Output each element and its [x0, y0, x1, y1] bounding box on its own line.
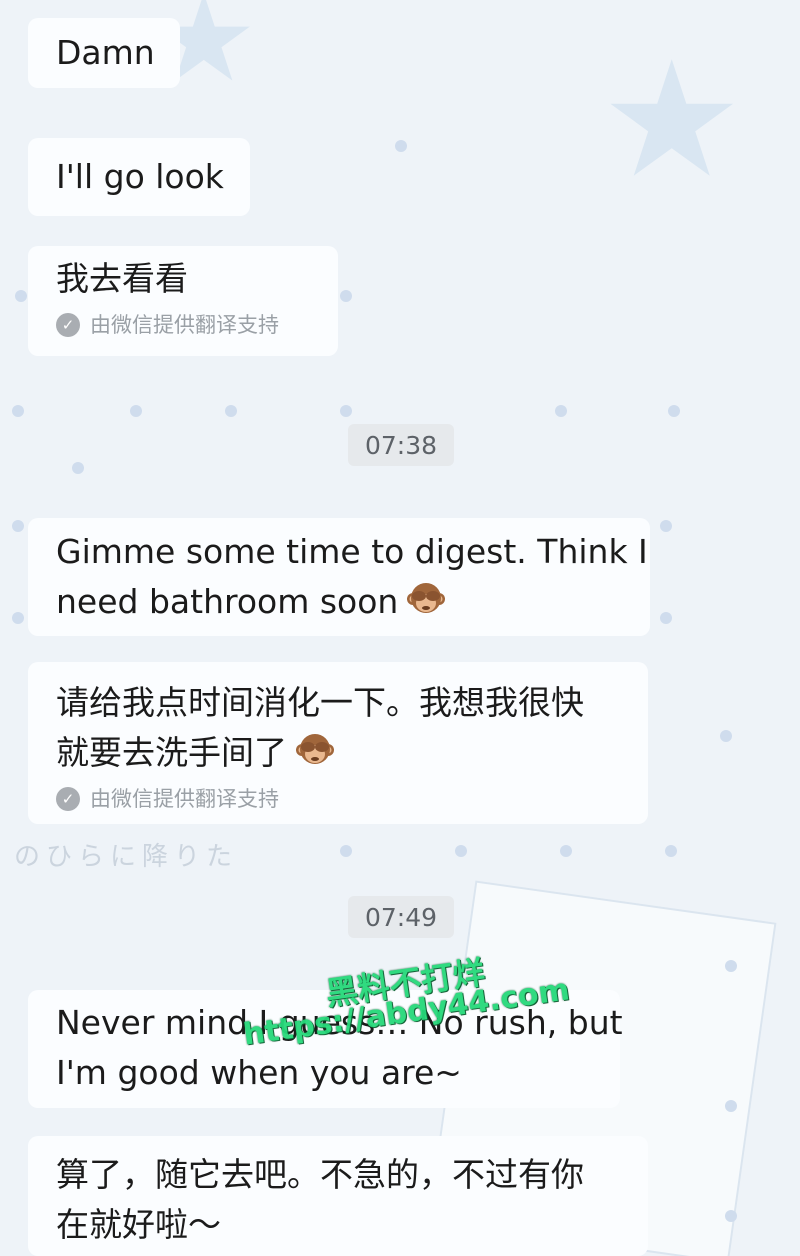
translation-bubble[interactable]: 我去看看 ✓ 由微信提供翻译支持 — [28, 246, 338, 356]
dot-decoration — [225, 405, 237, 417]
message-text: I'll go look — [56, 157, 224, 196]
dot-decoration — [72, 462, 84, 474]
message-text: Gimme some time to digest. Think I — [56, 532, 648, 571]
dot-decoration — [15, 290, 27, 302]
translated-text: 请给我点时间消化一下。我想我很快 — [56, 683, 584, 722]
dot-decoration — [395, 140, 407, 152]
dot-decoration — [725, 1100, 737, 1112]
check-icon: ✓ — [56, 787, 80, 811]
dot-decoration — [455, 845, 467, 857]
see-no-evil-monkey-icon — [407, 583, 446, 613]
message-text: need bathroom soon — [56, 582, 399, 621]
timestamp: 07:38 — [348, 424, 454, 466]
dot-decoration — [660, 520, 672, 532]
dot-decoration — [725, 1210, 737, 1222]
message-bubble[interactable]: I'll go look — [28, 138, 250, 216]
translation-note-text: 由微信提供翻译支持 — [90, 313, 279, 337]
dot-decoration — [12, 520, 24, 532]
check-icon: ✓ — [56, 313, 80, 337]
timestamp: 07:49 — [348, 896, 454, 938]
translation-bubble[interactable]: 请给我点时间消化一下。我想我很快 就要去洗手间了 ✓ 由微信提供翻译支持 — [28, 662, 648, 824]
translated-text: 算了，随它去吧。不急的，不过有你 — [56, 1155, 584, 1194]
translation-bubble[interactable]: 算了，随它去吧。不急的，不过有你 在就好啦～ — [28, 1136, 648, 1256]
dot-decoration — [130, 405, 142, 417]
dot-decoration — [660, 612, 672, 624]
message-text: Damn — [56, 33, 155, 72]
see-no-evil-monkey-icon — [296, 734, 334, 764]
dot-decoration — [340, 290, 352, 302]
message-text: I'm good when you are~ — [56, 1053, 462, 1092]
translated-text: 在就好啦～ — [56, 1205, 221, 1244]
dot-decoration — [12, 405, 24, 417]
translation-note-text: 由微信提供翻译支持 — [90, 787, 279, 811]
dot-decoration — [560, 845, 572, 857]
translation-note: ✓ 由微信提供翻译支持 — [56, 784, 620, 814]
message-bubble[interactable]: Gimme some time to digest. Think I need … — [28, 518, 650, 636]
dot-decoration — [555, 405, 567, 417]
dot-decoration — [340, 405, 352, 417]
dot-decoration — [725, 960, 737, 972]
dot-decoration — [668, 405, 680, 417]
dot-decoration — [665, 845, 677, 857]
translation-note: ✓ 由微信提供翻译支持 — [56, 310, 310, 340]
background-caption: のひらに降りた — [14, 842, 239, 872]
dot-decoration — [12, 612, 24, 624]
dot-decoration — [340, 845, 352, 857]
star-decoration: ★ — [600, 26, 744, 213]
dot-decoration — [720, 730, 732, 742]
translated-text: 我去看看 — [56, 259, 188, 298]
message-bubble[interactable]: Damn — [28, 18, 180, 88]
translated-text: 就要去洗手间了 — [56, 733, 287, 772]
